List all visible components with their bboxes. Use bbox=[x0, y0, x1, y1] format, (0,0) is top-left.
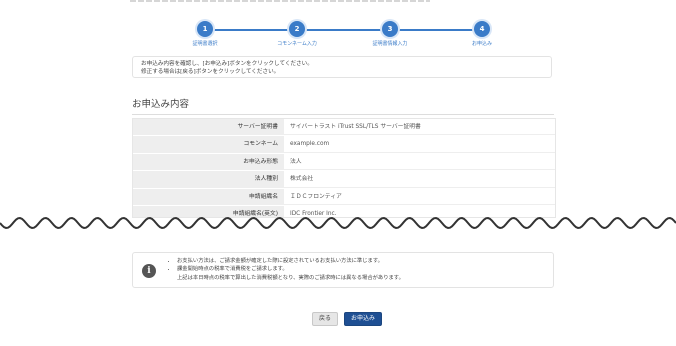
notice-line-2: 修正する場合は[戻る]ボタンをクリックしてください。 bbox=[141, 69, 280, 75]
page-break-wave bbox=[0, 217, 676, 238]
table-row: お申込み形態 法人 bbox=[133, 153, 555, 172]
row-value: example.com bbox=[284, 136, 555, 153]
action-buttons: 戻る お申込み bbox=[312, 312, 383, 326]
section-title: お申込み内容 bbox=[132, 96, 554, 115]
row-value: 法人 bbox=[284, 153, 555, 171]
row-key: コモンネーム bbox=[133, 136, 284, 153]
step-label: コモンネーム入力 bbox=[277, 41, 317, 47]
step-number: 4 bbox=[474, 21, 490, 37]
step-number: 1 bbox=[197, 21, 213, 37]
submit-button[interactable]: お申込み bbox=[344, 312, 383, 326]
info-bullet: 上記は本日時点の税率で算出した消費税額となり、実際のご請求時には異なる場合があり… bbox=[177, 274, 404, 281]
step-label: お申込み bbox=[471, 41, 492, 47]
row-value: サイバートラスト iTrust SSL/TLS サーバー証明書 bbox=[284, 119, 555, 136]
step-3: 3 証明書情報入力 bbox=[345, 20, 435, 47]
row-key: 法人種別 bbox=[133, 171, 284, 188]
step-number: 2 bbox=[289, 21, 305, 37]
table-row: 法人種別 株式会社 bbox=[133, 171, 555, 189]
row-value: 株式会社 bbox=[284, 171, 555, 188]
step-2: 2 コモンネーム入力 bbox=[252, 20, 342, 47]
row-key: 申請組織名 bbox=[133, 188, 284, 205]
details-table: サーバー証明書 サイバートラスト iTrust SSL/TLS サーバー証明書 … bbox=[132, 118, 556, 218]
info-icon: i bbox=[142, 264, 156, 278]
info-bullet: お支払い方法は、ご請求金額が確定した際に設定されているお支払い方法に準じます。 bbox=[177, 257, 404, 265]
confirmation-notice: お申込み内容を確認し、[お申込み]ボタンをクリックしてください。 修正する場合は… bbox=[132, 56, 552, 78]
row-value: ＩＤＣフロンティア bbox=[284, 188, 555, 205]
step-label: 証明書選択 bbox=[192, 41, 218, 47]
table-row: サーバー証明書 サイバートラスト iTrust SSL/TLS サーバー証明書 bbox=[133, 119, 555, 137]
cropped-header-text bbox=[130, 0, 430, 2]
info-bullet: 課金開始時点の税率で消費税をご請求します。 bbox=[177, 265, 404, 273]
table-row: 申請組織名 ＩＤＣフロンティア bbox=[133, 188, 555, 206]
payment-info-box: i お支払い方法は、ご請求金額が確定した際に設定されているお支払い方法に準じます… bbox=[132, 252, 554, 288]
step-4: 4 お申込み bbox=[437, 20, 527, 47]
step-number: 3 bbox=[382, 21, 398, 37]
notice-line-1: お申込み内容を確認し、[お申込み]ボタンをクリックしてください。 bbox=[141, 61, 313, 67]
back-button[interactable]: 戻る bbox=[312, 312, 339, 326]
step-label: 証明書情報入力 bbox=[372, 41, 408, 47]
info-list: お支払い方法は、ご請求金額が確定した際に設定されているお支払い方法に準じます。 … bbox=[169, 257, 404, 282]
table-row: コモンネーム example.com bbox=[133, 136, 555, 154]
progress-stepper: 1 証明書選択 2 コモンネーム入力 3 証明書情報入力 4 お申込み bbox=[160, 20, 520, 50]
step-1: 1 証明書選択 bbox=[160, 20, 250, 47]
row-key: お申込み形態 bbox=[133, 153, 284, 171]
row-key: サーバー証明書 bbox=[133, 119, 284, 136]
